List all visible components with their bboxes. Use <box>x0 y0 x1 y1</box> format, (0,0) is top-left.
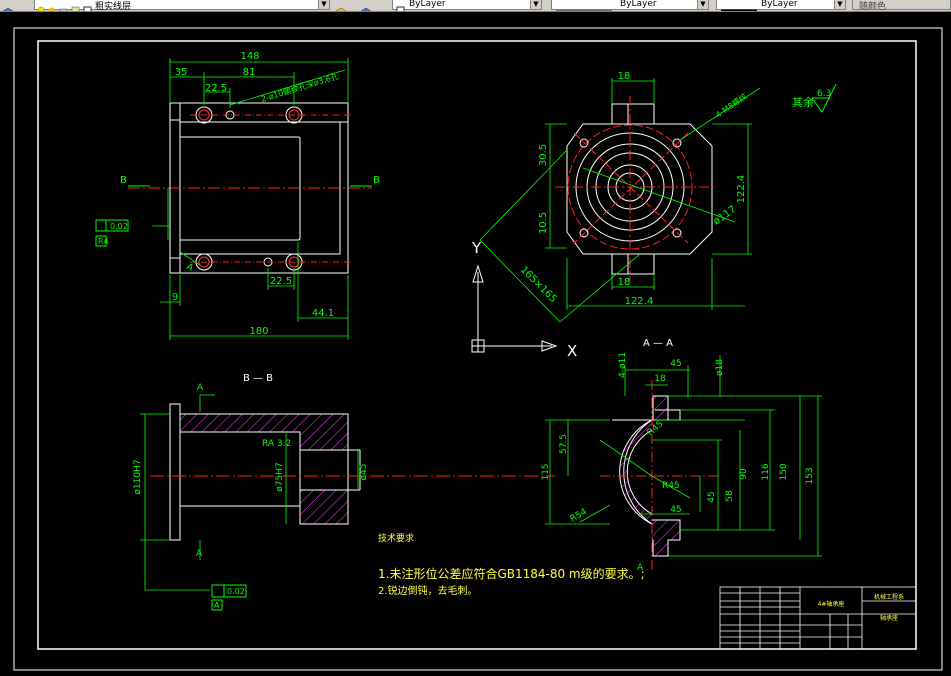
dim-label: 115 <box>541 463 551 480</box>
light-bulb-icon <box>37 0 47 11</box>
dim-label: 45 <box>670 359 681 369</box>
dim-label: 45 <box>707 491 717 502</box>
color-swatch-icon <box>396 0 406 11</box>
dim-label: 18 <box>654 374 666 384</box>
section-title: A — A <box>643 338 673 349</box>
color-dropdown[interactable]: ByLayer ▼ <box>392 0 542 11</box>
datum-label: A <box>196 549 203 559</box>
chevron-down-icon[interactable]: ▼ <box>318 0 329 9</box>
plotstyle-label: 随颜色 <box>859 2 887 12</box>
axis-y-label: Y <box>471 239 482 257</box>
section-title: B — B <box>243 373 273 384</box>
dim-label: 9 <box>172 292 178 303</box>
dim-label: 2-ø10螺纹孔深ø3.6孔 <box>260 71 340 104</box>
dim-label: ø18 <box>715 359 725 376</box>
section-a-a: A — A 4-ø11 45 ø18 18 R45 57.5 115 90 11… <box>541 338 822 573</box>
dim-label: 10.5 <box>538 212 549 234</box>
dim-label: 35 <box>175 67 188 78</box>
dim-label: 122.4 <box>736 175 747 204</box>
dim-label: 148 <box>240 51 259 62</box>
datum-label: A <box>214 601 220 610</box>
dim-label: 18 <box>618 277 631 288</box>
notes-line: 2.锐边倒钝，去毛刺。 <box>378 584 478 597</box>
lineweight-label: ByLayer <box>761 0 798 9</box>
drawing-number: 轴承座 <box>880 614 898 622</box>
color-swatch-icon <box>83 0 93 11</box>
tolerance-value: 0.02 <box>110 222 128 231</box>
linetype-label: ByLayer <box>620 0 657 9</box>
dim-label: 4-ø11 <box>618 352 628 378</box>
part-name: 4#轴承座 <box>818 600 845 608</box>
datum-label: R4 <box>98 237 109 246</box>
notes-heading: 技术要求 <box>378 532 414 544</box>
lock-icon <box>59 0 69 11</box>
dim-label: 44.1 <box>312 308 334 319</box>
dim-label: 150 <box>779 463 789 480</box>
chevron-down-icon[interactable]: ▼ <box>697 0 708 9</box>
dim-label: 22.5 <box>270 276 292 287</box>
roughness-label: RA 3.2 <box>262 439 291 449</box>
dim-label: ø110H7 <box>133 459 143 494</box>
dim-label: R45 <box>662 481 680 491</box>
dim-label: 90 <box>739 468 749 480</box>
technical-notes: 技术要求 1.未注形位公差应符合GB1184-80 m级的要求。; 2.锐边倒钝… <box>378 532 645 597</box>
notes-line: 1.未注形位公差应符合GB1184-80 m级的要求。; <box>378 566 645 581</box>
plot-icon <box>71 0 81 11</box>
dim-label: 45 <box>670 505 681 515</box>
dim-label: 116 <box>761 463 771 480</box>
color-label: ByLayer <box>409 0 446 9</box>
dim-label: R54 <box>569 507 590 525</box>
plotstyle-dropdown[interactable]: 随颜色 <box>852 0 951 12</box>
section-mark: B <box>120 175 127 186</box>
make-current-layer-icon[interactable] <box>335 0 347 11</box>
linetype-dropdown[interactable]: ByLayer ▼ <box>551 0 709 11</box>
axis-x-label: X <box>567 342 577 360</box>
tolerance-value: 0.02 <box>227 587 245 596</box>
lineweight-preview-icon <box>721 0 757 11</box>
dim-label: 57.5 <box>559 434 569 454</box>
dim-label: ø75H7 <box>275 462 285 491</box>
ucs-icon <box>471 264 558 353</box>
layer-previous-icon[interactable] <box>360 0 372 11</box>
properties-toolbar: 粗实线层 ▼ ByLayer ▼ ByLayer ▼ ByLayer ▼ 随颜色 <box>0 0 951 12</box>
dim-label: A <box>185 262 196 274</box>
dim-label: ø45 <box>359 464 369 481</box>
dim-label: 30.5 <box>538 144 549 166</box>
datum-label: A <box>197 383 204 393</box>
chevron-down-icon[interactable]: ▼ <box>530 0 541 9</box>
roughness-note: 其余 <box>792 95 814 109</box>
chevron-down-icon[interactable]: ▼ <box>834 0 845 9</box>
dim-label: 122.4 <box>625 296 654 307</box>
linetype-preview-icon <box>556 0 612 11</box>
dim-label: 18 <box>618 71 631 82</box>
dim-label: 81 <box>243 67 256 78</box>
layer-dropdown[interactable]: 粗实线层 ▼ <box>34 0 330 12</box>
top-view: 148 35 81 22.5 2-ø10螺纹孔深ø3.6孔 B B A 22.5… <box>95 51 380 340</box>
dim-label: 58 <box>725 490 735 502</box>
drawing-canvas[interactable]: 148 35 81 22.5 2-ø10螺纹孔深ø3.6孔 B B A 22.5… <box>0 12 951 676</box>
school-name: 机械工程系 <box>874 593 904 601</box>
dim-label: ø117 <box>711 204 738 227</box>
section-mark: B <box>373 175 380 186</box>
dim-label: 22.5 <box>205 83 227 94</box>
dim-label: 180 <box>249 326 268 337</box>
dim-label: 4-M8螺纹 <box>713 91 748 120</box>
layer-name: 粗实线层 <box>95 2 132 12</box>
lineweight-dropdown[interactable]: ByLayer ▼ <box>716 0 846 11</box>
layer-manager-icon[interactable] <box>2 0 14 11</box>
side-view: 18 4-M8螺纹 其余 6.3 30.5 10.5 122.4 ø117 16… <box>479 71 837 323</box>
dim-label: 153 <box>805 467 815 484</box>
sun-icon <box>47 0 57 11</box>
